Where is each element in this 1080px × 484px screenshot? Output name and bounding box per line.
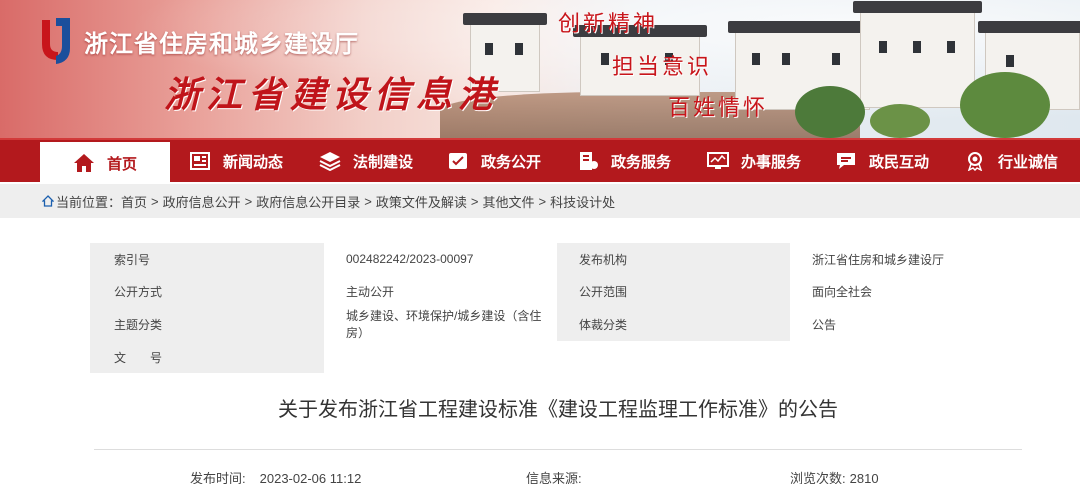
info-source: 信息来源:	[526, 468, 596, 484]
nav-item-interaction[interactable]: 政民互动	[818, 140, 946, 182]
nav-item-affairs[interactable]: 办事服务	[690, 140, 818, 182]
breadcrumb: 当前位置： 首页 > 政府信息公开 > 政府信息公开目录 > 政策文件及解读 >…	[0, 184, 1080, 218]
nav-item-label: 政务服务	[610, 153, 671, 171]
publish-time-value: 2023-02-06 11:12	[259, 471, 362, 484]
award-icon	[964, 150, 986, 172]
nav-item-label: 政务公开	[480, 153, 541, 171]
location-home-icon	[42, 195, 54, 207]
breadcrumb-link[interactable]: 政府信息公开目录	[256, 192, 360, 211]
views-label: 浏览次数:	[790, 471, 846, 484]
meta-value-scope: 面向全社会	[790, 275, 1024, 307]
layers-icon	[319, 150, 341, 172]
document-title: 关于发布浙江省工程建设标准《建设工程监理工作标准》的公告	[278, 399, 838, 421]
meta-value-genre: 公告	[790, 307, 1024, 341]
meta-label-genre: 体裁分类	[557, 307, 790, 341]
meta-label-scope: 公开范围	[557, 275, 790, 307]
slogan-3: 百姓情怀	[668, 96, 769, 121]
slogan-1: 创新精神	[558, 12, 659, 37]
chat-icon	[835, 150, 857, 172]
monitor-icon	[706, 150, 729, 172]
banner-house	[853, 1, 982, 108]
breadcrumb-link[interactable]: 政策文件及解读	[376, 192, 467, 211]
breadcrumb-link[interactable]: 其他文件	[482, 192, 534, 211]
nav-item-label: 行业诚信	[997, 153, 1058, 171]
breadcrumb-separator: >	[470, 193, 479, 209]
meta-label-index: 索引号	[90, 243, 324, 275]
logo-icon	[42, 18, 70, 64]
table-row: 公开方式 主动公开 公开范围 面向全社会	[90, 275, 1024, 307]
main-nav: 首页 新闻动态 法制建设 政务公开 政务服务 办事服务 政民互动 行业诚信	[0, 138, 1080, 184]
meta-label-topic: 主题分类	[90, 307, 324, 341]
breadcrumb-prefix: 当前位置：	[56, 194, 122, 210]
home-icon	[73, 152, 95, 174]
meta-value-topic: 城乡建设、环境保护/城乡建设（含住房）	[324, 307, 557, 341]
meta-label-mode: 公开方式	[90, 275, 324, 307]
breadcrumb-link[interactable]: 科技设计处	[550, 192, 615, 211]
header-banner: 浙江省住房和城乡建设厅 浙江省建设信息港 创新精神 担当意识 百姓情怀	[0, 0, 1080, 138]
nav-item-label: 办事服务	[740, 153, 801, 171]
publish-time-label: 发布时间:	[190, 471, 246, 484]
publish-time: 发布时间: 2023-02-06 11:12	[190, 468, 361, 484]
newspaper-icon	[189, 150, 211, 172]
nav-item-label: 新闻动态	[222, 153, 283, 171]
nav-item-credit[interactable]: 行业诚信	[946, 140, 1076, 182]
views-value: 2810	[849, 471, 879, 484]
document-meta-table: 索引号 002482242/2023-00097 发布机构 浙江省住房和城乡建设…	[90, 243, 1024, 373]
breadcrumb-separator: >	[538, 193, 547, 209]
service-icon	[577, 150, 599, 172]
table-row: 索引号 002482242/2023-00097 发布机构 浙江省住房和城乡建设…	[90, 243, 1024, 275]
breadcrumb-separator: >	[364, 193, 372, 209]
banner-tree	[960, 72, 1050, 138]
nav-item-home[interactable]: 首页	[40, 142, 170, 184]
nav-item-legal[interactable]: 法制建设	[302, 140, 430, 182]
divider	[94, 449, 1022, 450]
banner-tree	[795, 86, 865, 138]
nav-item-news[interactable]: 新闻动态	[170, 140, 302, 182]
meta-label-docno: 文 号	[90, 341, 324, 373]
nav-item-label: 首页	[106, 155, 137, 173]
meta-value-publisher: 浙江省住房和城乡建设厅	[790, 243, 1024, 275]
meta-value-docno	[324, 341, 1024, 373]
banner-tree	[870, 104, 930, 138]
breadcrumb-link[interactable]: 首页	[121, 192, 147, 211]
meta-label-publisher: 发布机构	[557, 243, 790, 275]
site-name: 浙江省建设信息港	[164, 74, 501, 116]
breadcrumb-separator: >	[151, 193, 159, 209]
meta-value-index: 002482242/2023-00097	[324, 243, 557, 275]
nav-item-label: 政民互动	[868, 153, 929, 171]
org-name: 浙江省住房和城乡建设厅	[84, 31, 359, 58]
view-count: 浏览次数: 2810	[790, 468, 879, 484]
breadcrumb-link[interactable]: 政府信息公开	[163, 192, 241, 211]
nav-item-gov-service[interactable]: 政务服务	[558, 140, 690, 182]
source-label: 信息来源:	[526, 471, 582, 484]
breadcrumb-separator: >	[244, 193, 253, 209]
meta-value-mode: 主动公开	[324, 275, 557, 307]
table-row: 文 号	[90, 341, 1024, 373]
nav-item-label: 法制建设	[352, 153, 413, 171]
slogan-2: 担当意识	[612, 55, 713, 80]
table-row: 主题分类 城乡建设、环境保护/城乡建设（含住房） 体裁分类 公告	[90, 307, 1024, 341]
nav-item-open-gov[interactable]: 政务公开	[430, 140, 558, 182]
document-check-icon	[447, 150, 469, 172]
